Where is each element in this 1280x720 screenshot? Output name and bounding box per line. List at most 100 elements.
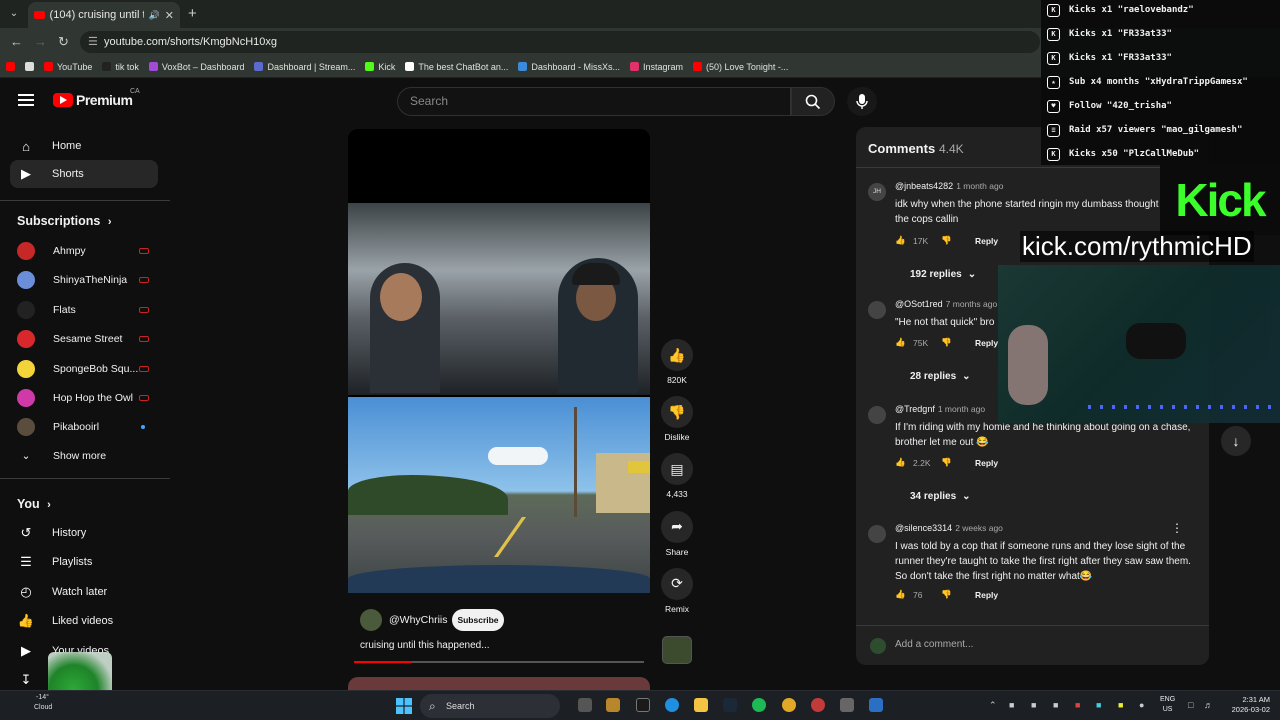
- browser-tab[interactable]: (104) cruising until this hap 🔊 ✕: [28, 2, 180, 28]
- bookmark-item[interactable]: Instagram: [629, 62, 683, 72]
- tab-search-dropdown-icon[interactable]: ⌄: [6, 6, 22, 22]
- next-short-preview[interactable]: [348, 677, 650, 690]
- back-icon[interactable]: ←: [10, 34, 23, 49]
- tray-app-icon[interactable]: ■: [1009, 700, 1019, 710]
- bookmark-item[interactable]: Dashboard | Stream...: [254, 62, 355, 72]
- subscription-item[interactable]: ShinyaTheNinja: [17, 268, 157, 292]
- commenter-avatar[interactable]: [868, 406, 886, 424]
- tray-app-icon[interactable]: ■: [1118, 700, 1128, 710]
- tray-app-icon[interactable]: ■: [1053, 700, 1063, 710]
- search-input[interactable]: Search: [397, 87, 791, 116]
- bookmark-item[interactable]: [25, 62, 34, 71]
- short-video-player[interactable]: @WhyChriis Subscribe cruising until this…: [348, 129, 650, 665]
- subscription-item[interactable]: Hop Hop the Owl: [17, 386, 157, 410]
- sidebar-item-home[interactable]: ⌂ Home: [10, 132, 158, 160]
- reply-button[interactable]: Reply: [975, 338, 998, 348]
- view-replies-button[interactable]: 28 replies ⌄: [910, 371, 971, 382]
- bookmark-item[interactable]: tik tok: [102, 62, 139, 72]
- volume-icon[interactable]: ♬: [1204, 700, 1214, 710]
- tab-audio-icon[interactable]: 🔊: [149, 10, 160, 21]
- subscription-item[interactable]: SpongeBob Squ...: [17, 357, 157, 381]
- like-icon[interactable]: 👍: [895, 235, 907, 246]
- comment-author[interactable]: @silence3314: [895, 523, 952, 533]
- like-icon[interactable]: 👍: [895, 589, 907, 600]
- youtube-premium-logo[interactable]: Premium CA: [53, 88, 140, 108]
- comment-button[interactable]: ▤ 4,433: [660, 453, 694, 499]
- dislike-icon[interactable]: 👎: [941, 337, 953, 348]
- you-heading[interactable]: You ›: [17, 497, 51, 511]
- more-options-icon[interactable]: ⋮: [1171, 521, 1183, 535]
- add-comment-field[interactable]: Add a comment...: [856, 625, 1209, 665]
- language-indicator[interactable]: ENG US: [1160, 695, 1175, 715]
- bookmark-item[interactable]: (50) Love Tonight -...: [692, 62, 788, 72]
- bookmark-item[interactable]: The best ChatBot an...: [405, 62, 508, 72]
- app-icon[interactable]: [840, 698, 854, 712]
- reply-button[interactable]: Reply: [975, 590, 998, 600]
- windows-start-icon[interactable]: [396, 698, 412, 714]
- view-replies-button[interactable]: 192 replies ⌄: [910, 269, 976, 280]
- commenter-avatar[interactable]: JH: [868, 183, 886, 201]
- remix-button[interactable]: ⟳ Remix: [660, 567, 694, 614]
- shield-icon[interactable]: [869, 698, 883, 712]
- video-progress-bar[interactable]: [354, 661, 644, 663]
- channel-avatar[interactable]: [360, 609, 382, 631]
- terminal-icon[interactable]: [636, 698, 650, 712]
- microphone-icon[interactable]: ●: [1139, 700, 1149, 710]
- bookmark-item[interactable]: VoxBot – Dashboard: [148, 62, 244, 72]
- dislike-icon[interactable]: 👎: [941, 457, 953, 468]
- tray-app-icon[interactable]: ■: [1031, 700, 1041, 710]
- hamburger-menu-icon[interactable]: [18, 94, 34, 106]
- new-tab-button[interactable]: +: [188, 5, 197, 22]
- bookmark-item[interactable]: Dashboard - MissXs...: [518, 62, 620, 72]
- commenter-avatar[interactable]: [868, 301, 886, 319]
- dislike-button[interactable]: 👎 Dislike: [660, 396, 694, 442]
- subscription-item[interactable]: Flats: [17, 298, 157, 322]
- weather-widget[interactable]: -14° Cloud: [10, 693, 52, 713]
- obs-icon[interactable]: [811, 698, 825, 712]
- reply-button[interactable]: Reply: [975, 236, 998, 246]
- spotify-icon[interactable]: [752, 698, 766, 712]
- system-clock[interactable]: 2:31 AM 2026-03-02: [1222, 695, 1270, 715]
- file-explorer-icon[interactable]: [694, 698, 708, 712]
- view-replies-button[interactable]: 34 replies ⌄: [910, 491, 971, 502]
- tray-app-icon[interactable]: ■: [1096, 700, 1106, 710]
- bookmark-item[interactable]: Kick: [365, 62, 395, 72]
- tray-expand-icon[interactable]: ⌃: [989, 700, 999, 710]
- voice-search-button[interactable]: [847, 87, 877, 116]
- subscription-item[interactable]: Sesame Street: [17, 327, 157, 351]
- steam-icon[interactable]: [723, 698, 737, 712]
- short-title[interactable]: cruising until this happened...: [360, 640, 490, 651]
- bookmark-item[interactable]: YouTube: [44, 62, 92, 72]
- task-view-icon[interactable]: [578, 698, 592, 712]
- chrome-icon[interactable]: [782, 698, 796, 712]
- dislike-icon[interactable]: 👎: [941, 235, 953, 246]
- dislike-icon[interactable]: 👎: [941, 589, 953, 600]
- comment-author[interactable]: @Tredgnf: [895, 404, 935, 414]
- taskbar-search[interactable]: Search: [420, 694, 560, 718]
- scroll-down-arrow-icon[interactable]: ↓: [1221, 426, 1251, 456]
- comment-author[interactable]: @OSot1red: [895, 299, 943, 309]
- like-icon[interactable]: 👍: [895, 337, 907, 348]
- sidebar-item-playlists[interactable]: ☰ Playlists: [10, 548, 158, 576]
- tray-app-icon[interactable]: ■: [1075, 700, 1085, 710]
- site-info-icon[interactable]: ☰: [88, 31, 98, 53]
- edge-icon[interactable]: [665, 698, 679, 712]
- share-button[interactable]: ➦ Share: [660, 510, 694, 557]
- search-button[interactable]: [791, 87, 835, 116]
- network-icon[interactable]: □: [1188, 700, 1198, 710]
- forward-icon[interactable]: →: [34, 34, 47, 49]
- sound-thumbnail[interactable]: [662, 636, 692, 664]
- subscriptions-heading[interactable]: Subscriptions ›: [17, 214, 112, 228]
- bookmark-item[interactable]: [6, 62, 15, 71]
- address-bar[interactable]: ☰ youtube.com/shorts/KmgbNcH10xg: [80, 31, 1040, 53]
- subscription-item[interactable]: Ahmpy: [17, 239, 157, 263]
- sidebar-item-liked-videos[interactable]: 👍 Liked videos: [10, 607, 158, 635]
- like-icon[interactable]: 👍: [895, 457, 907, 468]
- wow-icon[interactable]: [606, 698, 620, 712]
- commenter-avatar[interactable]: [868, 525, 886, 543]
- sidebar-item-history[interactable]: ↺ History: [10, 519, 158, 547]
- sidebar-item-shorts[interactable]: ▶ Shorts: [10, 160, 158, 188]
- sidebar-item-watch-later[interactable]: ◴ Watch later: [10, 578, 158, 606]
- show-more-button[interactable]: ⌄ Show more: [17, 444, 157, 468]
- reply-button[interactable]: Reply: [975, 458, 998, 468]
